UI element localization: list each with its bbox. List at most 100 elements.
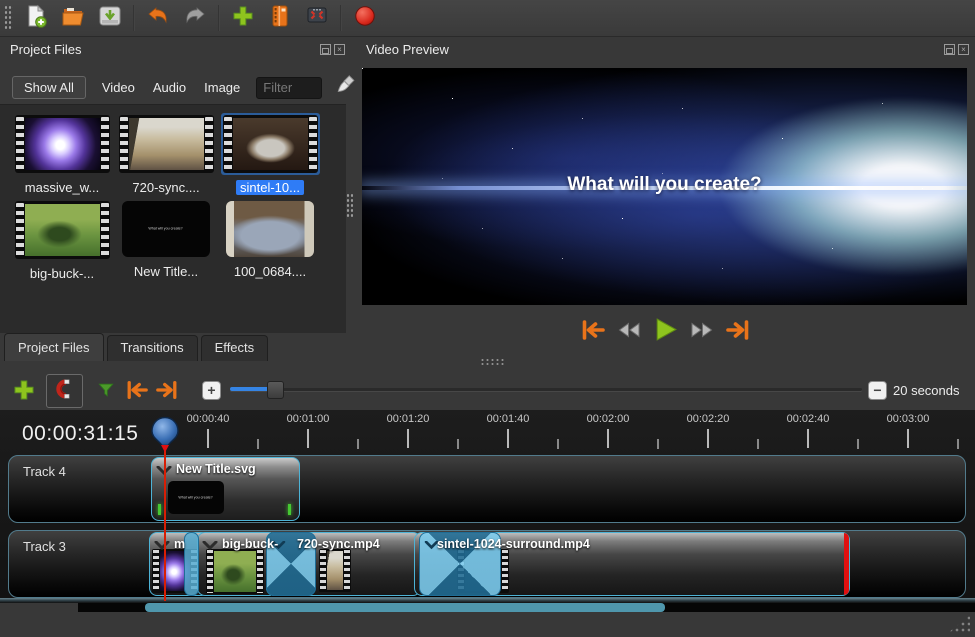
file-item-720sync[interactable]: 720-sync.... — [114, 113, 218, 195]
horizontal-scrollbar-thumb[interactable] — [145, 603, 665, 612]
main-toolbar — [0, 0, 975, 37]
zoom-slider-handle[interactable] — [267, 381, 284, 399]
jump-start-icon — [580, 318, 606, 347]
transition-1[interactable] — [184, 532, 199, 596]
zoom-scale-label: 20 seconds — [893, 383, 960, 398]
next-marker-button[interactable] — [155, 379, 179, 406]
file-label: massive_w... — [25, 180, 99, 195]
snapping-toggle-button[interactable] — [46, 374, 83, 408]
filter-image-button[interactable]: Image — [202, 77, 242, 98]
clip-bigbuck[interactable]: big-buck- — [197, 532, 277, 596]
ruler-tick — [707, 429, 709, 448]
file-label: 100_0684.... — [234, 264, 306, 279]
clip-new-title[interactable]: New Title.svg What will you create? — [151, 457, 300, 521]
zoom-slider-fill — [230, 387, 272, 391]
close-panel-icon[interactable]: × — [958, 44, 969, 55]
fast-forward-button[interactable] — [690, 318, 714, 347]
magnet-icon — [54, 378, 76, 405]
ruler-mark: 00:01:20 — [376, 413, 440, 425]
record-button[interactable] — [351, 4, 379, 32]
undo-button[interactable] — [144, 4, 172, 32]
float-panel-icon[interactable] — [944, 44, 955, 55]
film-thumbnail — [223, 115, 318, 173]
chevron-down-icon[interactable] — [202, 538, 218, 556]
save-project-button[interactable] — [96, 4, 124, 32]
panel-splitter-horizontal[interactable] — [480, 358, 506, 365]
open-project-button[interactable] — [59, 4, 87, 32]
clip-trim-handle-right[interactable] — [288, 504, 291, 515]
jump-start-icon — [125, 388, 149, 405]
ruler-mark: 00:02:00 — [576, 413, 640, 425]
panel-splitter-vertical[interactable] — [346, 193, 353, 219]
tab-project-files[interactable]: Project Files — [4, 333, 104, 361]
jump-to-end-button[interactable] — [725, 318, 751, 347]
video-preview-display: What will you create? — [362, 68, 967, 305]
clip-trim-handle-left[interactable] — [158, 504, 161, 515]
toolbar-separator — [133, 5, 135, 31]
play-button[interactable] — [652, 316, 679, 348]
export-video-button[interactable] — [303, 4, 331, 32]
ruler-mark: 00:02:20 — [676, 413, 740, 425]
redo-icon — [183, 4, 207, 33]
add-marker-button[interactable] — [96, 380, 116, 405]
float-glyph — [946, 48, 953, 54]
new-project-button[interactable] — [22, 4, 50, 32]
clip-label: big-buck- — [222, 537, 278, 551]
record-icon — [353, 4, 377, 33]
chevron-down-icon[interactable] — [154, 538, 170, 556]
toolbar-separator — [218, 5, 220, 31]
plus-icon — [231, 4, 255, 33]
tab-effects[interactable]: Effects — [201, 335, 269, 361]
float-panel-icon[interactable] — [320, 44, 331, 55]
track-3: Track 3 m big-buck- 720-sync.mp4 sintel-… — [8, 530, 966, 598]
toolbar-drag-handle[interactable] — [4, 5, 13, 31]
filter-show-all-button[interactable]: Show All — [12, 76, 86, 99]
filter-video-button[interactable]: Video — [100, 77, 137, 98]
add-media-button[interactable] — [229, 4, 257, 32]
previous-marker-button[interactable] — [125, 379, 149, 406]
clip-thumbnail — [319, 549, 351, 592]
playhead-line — [164, 449, 166, 601]
file-item-1000684[interactable]: 100_0684.... — [218, 199, 322, 279]
redo-button[interactable] — [181, 4, 209, 32]
video-preview-title: Video Preview — [366, 42, 449, 57]
ruler-mark: 00:01:40 — [476, 413, 540, 425]
open-folder-icon — [61, 4, 85, 33]
playhead-marker[interactable] — [150, 416, 180, 458]
export-screen-icon — [305, 4, 329, 33]
add-track-button[interactable] — [12, 378, 36, 407]
choose-profile-button[interactable] — [266, 4, 294, 32]
rewind-button[interactable] — [617, 318, 641, 347]
clear-filter-broom-icon[interactable] — [336, 74, 358, 101]
filter-audio-button[interactable]: Audio — [151, 77, 188, 98]
project-files-title: Project Files — [10, 42, 82, 57]
ruler-tick-minor — [757, 439, 759, 449]
window-resize-grip[interactable] — [948, 615, 970, 633]
clip-selected-edge — [844, 533, 849, 595]
film-thumbnail — [15, 201, 110, 259]
stars — [362, 68, 363, 69]
zoom-in-button[interactable]: + — [202, 381, 221, 400]
file-item-sintel[interactable]: sintel-10... — [218, 113, 322, 195]
track-name: Track 4 — [23, 464, 66, 479]
photo-thumbnail — [226, 201, 314, 257]
zoom-out-button[interactable]: − — [868, 381, 887, 400]
zoom-slider-track[interactable] — [230, 388, 862, 391]
file-item-bigbuck[interactable]: big-buck-... — [10, 199, 114, 281]
filter-input[interactable] — [256, 77, 322, 99]
undo-icon — [146, 4, 170, 33]
film-thumbnail — [119, 115, 214, 173]
jump-end-icon — [725, 318, 751, 347]
new-file-icon — [24, 4, 48, 33]
tab-transitions[interactable]: Transitions — [107, 335, 198, 361]
film-thumbnail — [15, 115, 110, 173]
ruler-tick — [607, 429, 609, 448]
file-label: 720-sync.... — [132, 180, 199, 195]
file-item-massive[interactable]: massive_w... — [10, 113, 114, 195]
jump-to-start-button[interactable] — [580, 318, 606, 347]
toolbar-separator — [340, 5, 342, 31]
file-item-newtitle[interactable]: What will you create? New Title... — [114, 199, 218, 279]
close-panel-icon[interactable]: × — [334, 44, 345, 55]
title-thumbnail: What will you create? — [122, 201, 210, 257]
save-icon — [98, 4, 122, 33]
